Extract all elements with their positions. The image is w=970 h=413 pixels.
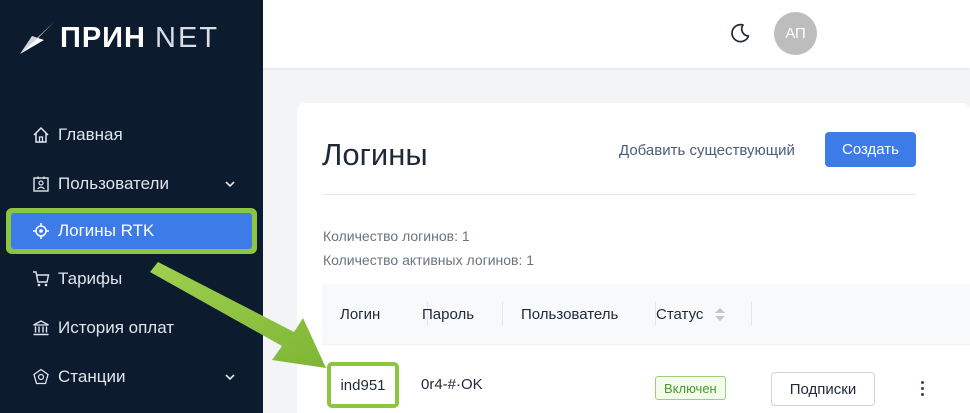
- column-header-login[interactable]: Логин: [340, 284, 428, 344]
- sidebar-item-label: Тарифы: [58, 268, 123, 288]
- create-button[interactable]: Создать: [825, 132, 916, 167]
- top-bar: АП: [263, 0, 970, 68]
- column-label: Пароль: [422, 305, 475, 323]
- sidebar-item-label: Логины RTK: [58, 221, 155, 240]
- logins-count: Количество логинов: 1: [323, 228, 470, 244]
- chevron-down-icon[interactable]: [223, 177, 237, 191]
- subscriptions-button[interactable]: Подписки: [771, 372, 875, 406]
- column-header-status[interactable]: Статус: [656, 284, 752, 344]
- chevron-down-icon[interactable]: [223, 370, 237, 384]
- sort-icon[interactable]: [715, 307, 726, 321]
- cart-icon: [32, 270, 50, 288]
- column-separator: [502, 302, 503, 326]
- sidebar: ПРИН NET Главная Пользователи Логины RTK: [0, 0, 263, 413]
- password-value: 0r4-#·OK: [421, 376, 483, 393]
- status-badge: Включен: [655, 376, 726, 400]
- table-header: Логин Пароль Пользователь Статус: [322, 284, 970, 344]
- sidebar-item-tariffs[interactable]: Тарифы: [0, 254, 263, 303]
- sidebar-item-payment-history[interactable]: История оплат: [0, 303, 263, 352]
- column-separator: [751, 302, 752, 326]
- bank-icon: [32, 319, 50, 337]
- add-existing-link[interactable]: Добавить существующий: [619, 142, 795, 159]
- logo-text: ПРИН NET: [60, 21, 220, 54]
- logins-card: Логины Добавить существующий Создать Кол…: [297, 103, 970, 413]
- avatar[interactable]: АП: [774, 12, 817, 55]
- station-icon: [32, 368, 50, 386]
- more-options-icon[interactable]: [918, 376, 926, 400]
- logo-arrow-icon: [20, 22, 54, 54]
- table-row[interactable]: ind951 0r4-#·OK Включен Подписки: [322, 344, 970, 413]
- sidebar-item-label: Главная: [58, 124, 123, 144]
- sidebar-item-home[interactable]: Главная: [0, 110, 263, 159]
- column-label: Пользователь: [521, 305, 619, 323]
- sidebar-item-stations[interactable]: Станции: [0, 352, 263, 401]
- login-cell-highlight[interactable]: ind951: [327, 362, 399, 408]
- sidebar-item-users[interactable]: Пользователи: [0, 159, 263, 208]
- column-header-password[interactable]: Пароль: [422, 284, 503, 344]
- sidebar-nav: Главная Пользователи Логины RTK Тарифы И…: [0, 110, 263, 401]
- home-icon: [32, 126, 50, 144]
- divider: [322, 194, 916, 195]
- moon-icon[interactable]: [729, 22, 751, 44]
- active-logins-count: Количество активных логинов: 1: [323, 252, 535, 268]
- sidebar-item-label: История оплат: [58, 317, 175, 337]
- logo[interactable]: ПРИН NET: [18, 18, 219, 58]
- sidebar-item-label: Пользователи: [58, 173, 169, 193]
- login-value: ind951: [340, 376, 386, 394]
- page-title: Логины: [322, 137, 428, 172]
- column-label: Статус: [656, 305, 704, 323]
- sidebar-item-logins-rtk[interactable]: Логины RTK: [6, 208, 257, 254]
- column-label: Логин: [340, 305, 381, 323]
- column-header-user[interactable]: Пользователь: [521, 284, 656, 344]
- target-icon: [32, 222, 50, 240]
- sidebar-item-label: Станции: [58, 366, 126, 386]
- user-card-icon: [32, 175, 50, 193]
